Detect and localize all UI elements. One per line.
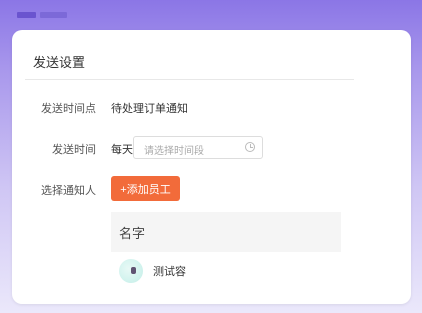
employee-table: 名字 测试容 xyxy=(111,212,341,290)
table-header-name: 名字 xyxy=(111,212,341,252)
daily-prefix: 每天 xyxy=(111,143,133,156)
send-time-point-value: 待处理订单通知 xyxy=(111,102,188,115)
card-title: 发送设置 xyxy=(33,56,86,71)
window-decoration xyxy=(17,12,67,18)
notify-person-label: 选择通知人 xyxy=(41,184,96,197)
settings-card: 发送设置 发送时间点 待处理订单通知 发送时间 每天 请选择时间段 选择通知人 … xyxy=(12,30,411,304)
add-employee-button[interactable]: +添加员工 xyxy=(111,176,180,201)
time-range-placeholder: 请选择时间段 xyxy=(144,146,204,157)
clock-icon xyxy=(245,142,255,152)
send-time-label: 发送时间 xyxy=(52,143,96,156)
time-range-input[interactable]: 请选择时间段 xyxy=(133,136,263,159)
decor-block-2 xyxy=(40,12,67,18)
avatar xyxy=(119,259,143,283)
send-time-point-label: 发送时间点 xyxy=(41,102,96,115)
decor-block-1 xyxy=(17,12,36,18)
table-row: 测试容 xyxy=(111,252,341,290)
title-divider xyxy=(25,79,354,80)
employee-name: 测试容 xyxy=(153,265,186,278)
